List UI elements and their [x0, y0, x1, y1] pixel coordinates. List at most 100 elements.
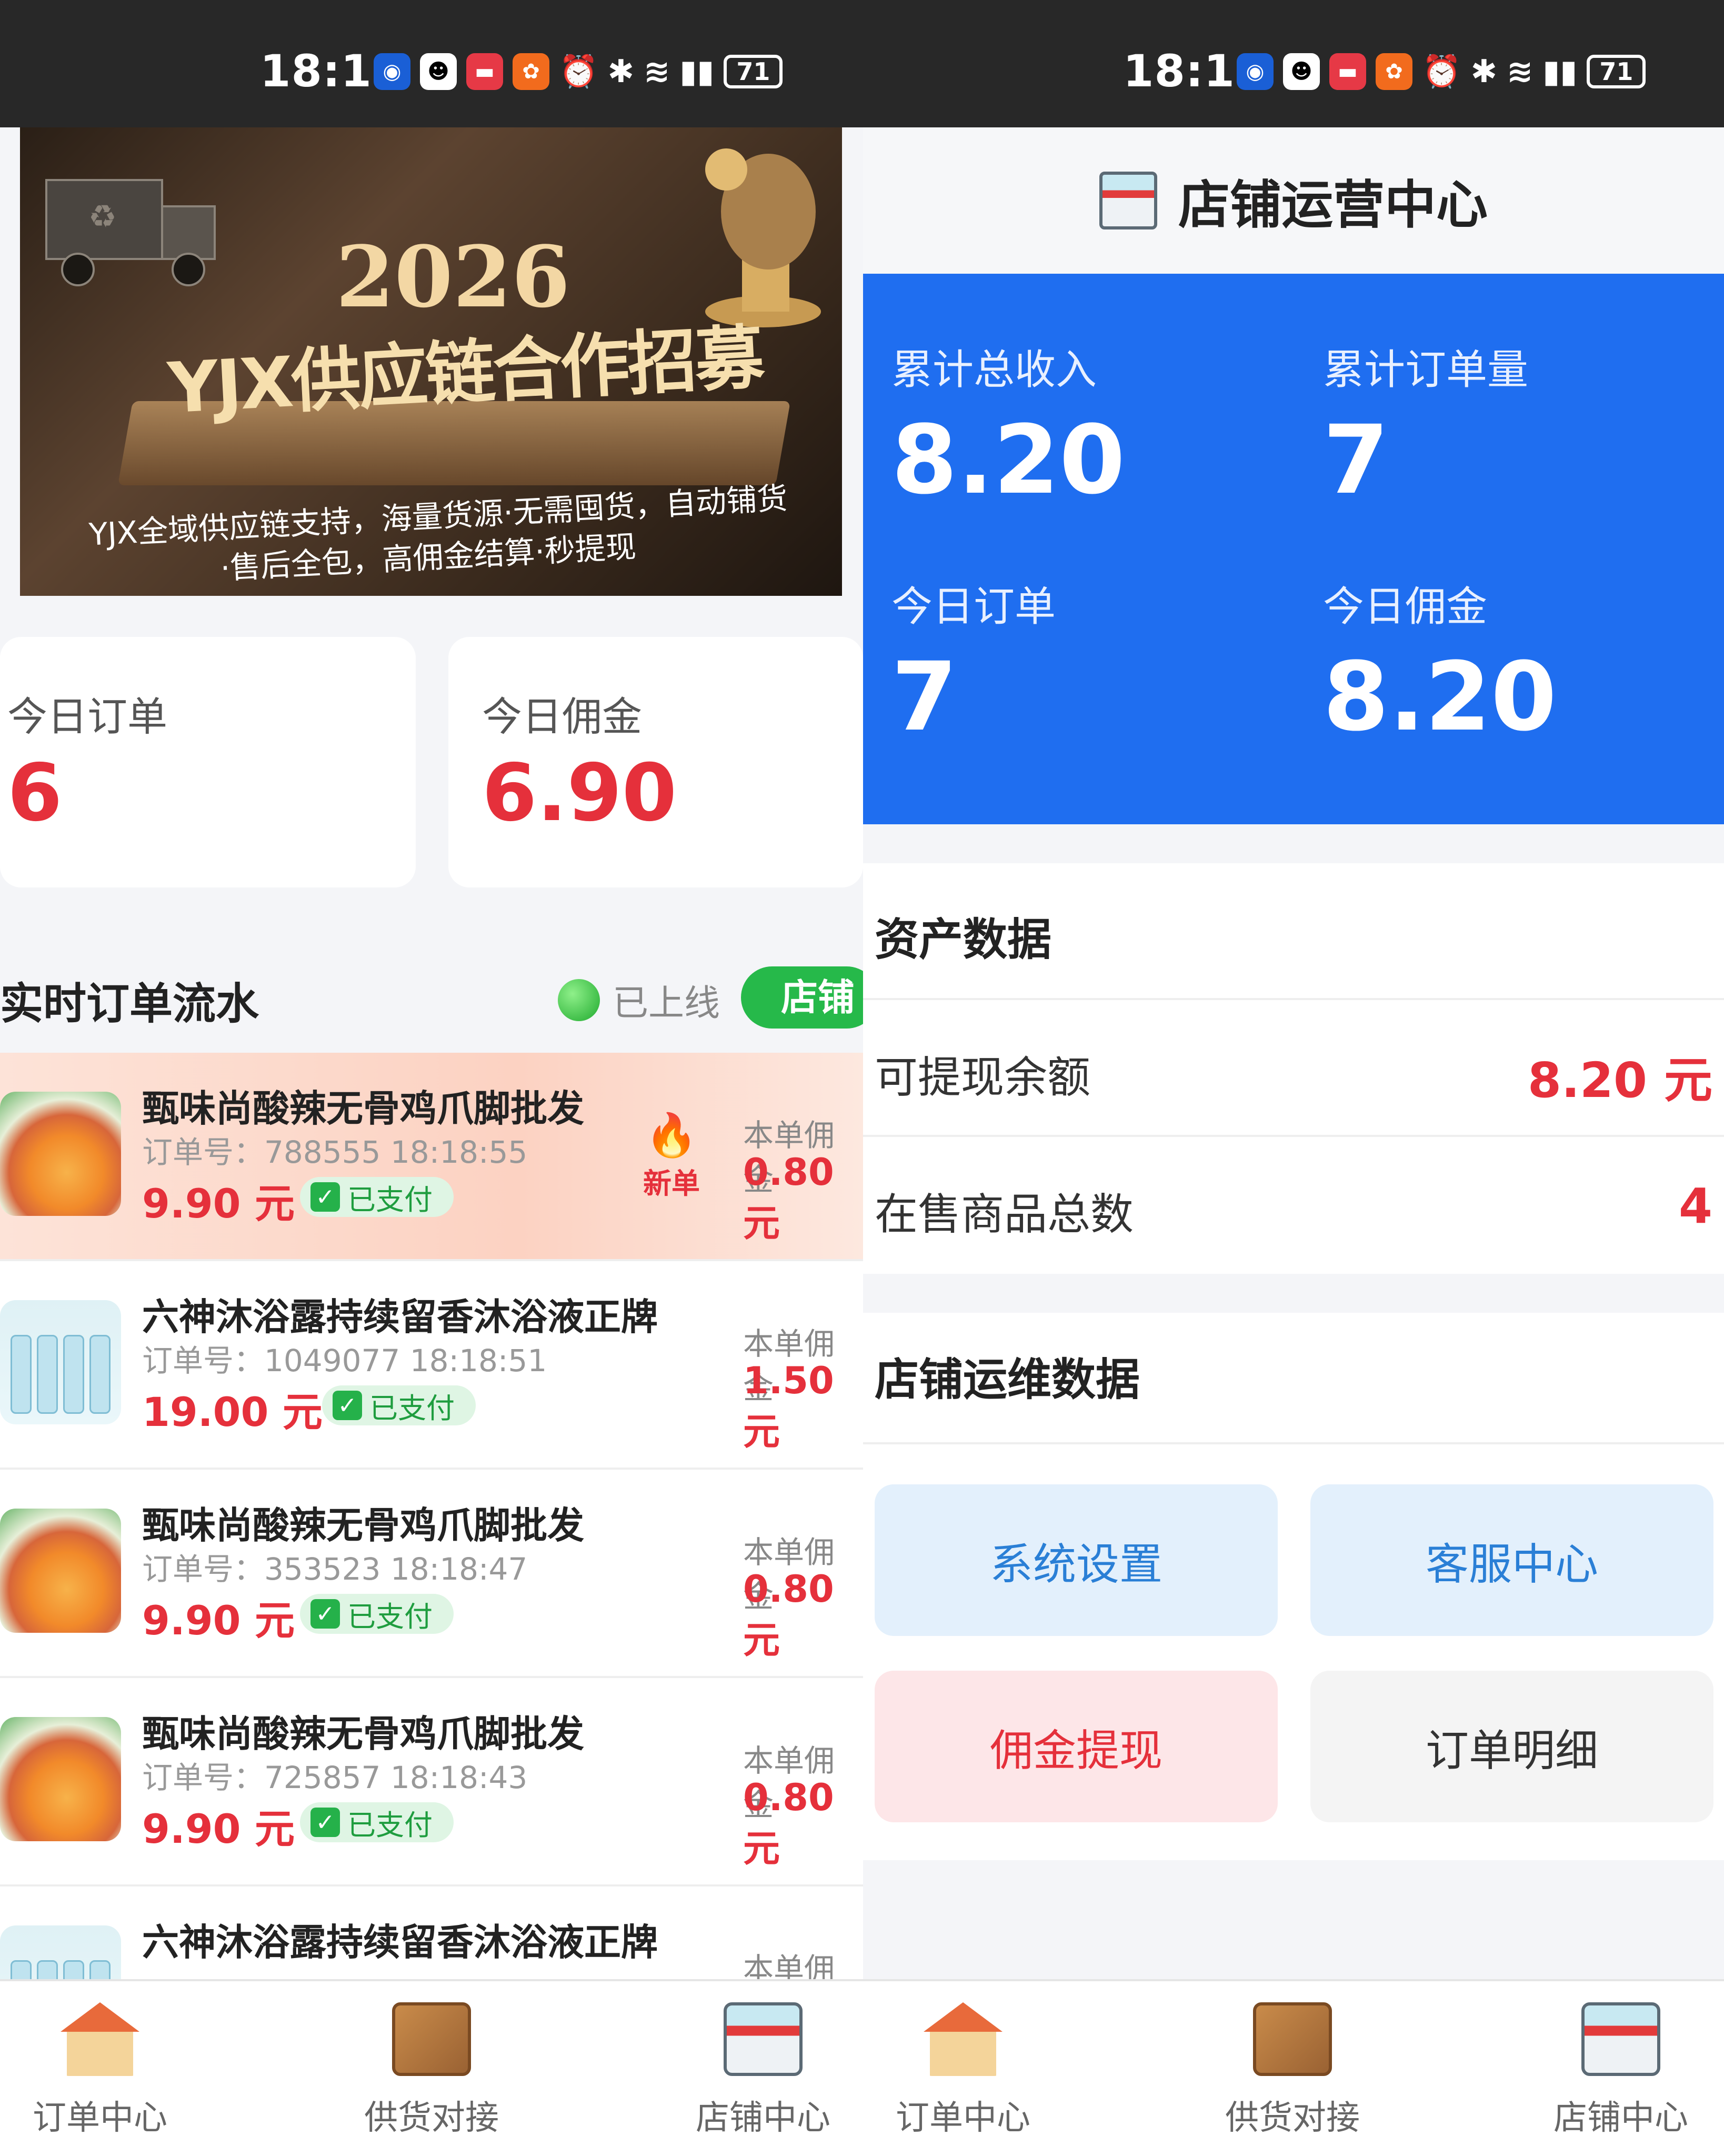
order-number: 订单号：788555 18:18:55: [142, 1134, 528, 1170]
new-order-tag: 🔥 新单: [643, 1111, 700, 1202]
online-status: 已上线: [558, 974, 720, 1026]
battery-icon: 71: [1587, 54, 1646, 88]
promo-banner[interactable]: ♻ 2026 YJX供应链合作招募 YJX全域供应链支持，海量货源·无需囤货，自…: [20, 127, 842, 596]
product-name: 六神沐浴露持续留香沐浴液正牌: [142, 1921, 658, 1964]
system-settings-button[interactable]: 系统设置: [875, 1484, 1278, 1636]
stat-label: 今日佣金: [482, 693, 642, 740]
today-commission-card: 今日佣金 6.90: [448, 637, 863, 887]
svg-text:♻: ♻: [88, 198, 117, 235]
tab-supply[interactable]: 供货对接: [1214, 2002, 1371, 2139]
paid-badge: ✓ 已支付: [300, 1802, 454, 1842]
qq-icon: ☻: [1283, 53, 1320, 90]
total-income-label: 累计总收入: [891, 346, 1097, 394]
tab-label: 订单中心: [33, 2099, 167, 2138]
product-thumbnail: [0, 1092, 121, 1216]
tab-shop-center[interactable]: 店铺中心: [684, 2002, 842, 2139]
house-icon: [61, 2002, 139, 2076]
commission-value: 0.80 元: [743, 1568, 834, 1662]
left-screen: 18:18 ◉ ☻ ▬ ✿ ⏰ ✱ ≋ ▮▮ 71 ♻ 2026 YJX供应链合…: [0, 0, 863, 2156]
row-key: 在售商品总数: [875, 1190, 1134, 1240]
bottle-image: [89, 1335, 111, 1414]
tab-shop-center[interactable]: 店铺中心: [1542, 2002, 1700, 2139]
bottle-image: [11, 1335, 32, 1414]
withdrawable-row: 可提现余额 8.20 元: [863, 998, 1724, 1135]
stat-value: 6: [7, 747, 63, 839]
product-name: 甄味尚酸辣无骨鸡爪脚批发: [142, 1712, 584, 1755]
page-title: 店铺运营中心: [1178, 175, 1488, 235]
order-row[interactable]: 甄味尚酸辣无骨鸡爪脚批发订单号：788555 18:18:55 9.90 元 ✓ 已支…: [0, 1053, 863, 1261]
today-orders-label: 今日订单: [891, 583, 1056, 631]
paid-label: 已支付: [347, 1600, 433, 1633]
bottom-tab-bar: 订单中心 供货对接 店铺中心: [863, 1979, 1724, 2156]
huawei-store-icon: ▬: [466, 53, 503, 90]
paid-label: 已支付: [369, 1391, 455, 1425]
app-notification-icon: ◉: [1237, 53, 1274, 90]
stat-label: 今日订单: [7, 693, 167, 740]
ops-panel: 店铺运维数据 系统设置 客服中心 佣金提现 订单明细: [863, 1313, 1724, 1860]
shop-button[interactable]: 店铺: [741, 966, 863, 1029]
tab-supply[interactable]: 供货对接: [353, 2002, 510, 2139]
tab-order-center[interactable]: 订单中心: [884, 2002, 1042, 2139]
order-price: 9.90 元: [142, 1597, 295, 1644]
check-icon: ✓: [310, 1808, 340, 1837]
house-icon: [924, 2002, 1003, 2076]
summary-card: 累计总收入 8.20 累计订单量 7 今日订单 7 今日佣金 8.20: [863, 274, 1724, 824]
total-orders-label: 累计订单量: [1323, 346, 1529, 394]
customer-service-button[interactable]: 客服中心: [1310, 1484, 1713, 1636]
tab-label: 供货对接: [364, 2099, 499, 2138]
ops-title: 店铺运维数据: [875, 1354, 1140, 1405]
check-icon: ✓: [333, 1391, 362, 1420]
order-row[interactable]: 六神沐浴露持续留香沐浴液正牌 订单号：1049077 18:18:51 19.00 …: [0, 1261, 863, 1470]
commission-value: 0.80 元: [743, 1776, 834, 1870]
today-orders-value: 7: [891, 642, 958, 752]
bottle-image: [63, 1335, 84, 1414]
product-thumbnail: [0, 1717, 121, 1841]
store-icon: [724, 2002, 803, 2076]
paid-label: 已支付: [347, 1183, 433, 1216]
today-orders-card: 今日订单 6: [0, 637, 416, 887]
battery-icon: 71: [724, 54, 783, 88]
paid-label: 已支付: [347, 1808, 433, 1842]
store-icon: [1099, 172, 1157, 229]
alarm-icon: ⏰: [1422, 53, 1461, 90]
commission-value: 0.80 元: [743, 1151, 834, 1245]
tab-label: 订单中心: [896, 2099, 1030, 2138]
bottle-image: [37, 1335, 58, 1414]
row-value: 8.20 元: [1527, 1052, 1712, 1109]
order-number: 订单号：725857 18:18:43: [142, 1760, 528, 1795]
banner-year: 2026: [336, 227, 570, 326]
paid-badge: ✓ 已支付: [300, 1177, 454, 1217]
commission-value: 1.50 元: [743, 1359, 834, 1453]
assets-panel: 资产数据 可提现余额 8.20 元 在售商品总数 4: [863, 863, 1724, 1274]
bluetooth-icon: ✱: [1470, 53, 1497, 90]
signal-icon: ▮▮: [679, 53, 715, 90]
orders-section-title: 实时订单流水: [0, 979, 259, 1029]
box-icon: [1253, 2002, 1332, 2076]
products-count-row: 在售商品总数 4: [863, 1135, 1724, 1272]
order-row[interactable]: 甄味尚酸辣无骨鸡爪脚批发 订单号：725857 18:18:43 9.90 元 ✓ 已支…: [0, 1678, 863, 1886]
today-commission-value: 8.20: [1323, 642, 1557, 752]
right-screen: 18:19 ◉ ☻ ▬ ✿ ⏰ ✱ ≋ ▮▮ 71 店铺运营中心 累计总收入 8…: [863, 0, 1724, 2156]
tab-order-center[interactable]: 订单中心: [21, 2002, 179, 2139]
stat-value: 6.90: [482, 747, 677, 839]
total-orders-value: 7: [1323, 405, 1389, 515]
taobao-icon: ✿: [513, 53, 549, 90]
check-icon: ✓: [310, 1599, 340, 1629]
product-thumbnail: [0, 1509, 121, 1633]
order-number: 订单号：353523 18:18:47: [142, 1551, 528, 1587]
online-dot-icon: [558, 979, 600, 1021]
tab-label: 供货对接: [1225, 2099, 1360, 2138]
app-notification-icon: ◉: [374, 53, 410, 90]
status-bar: 18:18 ◉ ☻ ▬ ✿ ⏰ ✱ ≋ ▮▮ 71: [0, 0, 863, 127]
order-details-button[interactable]: 订单明细: [1310, 1671, 1713, 1822]
alarm-icon: ⏰: [559, 53, 598, 90]
order-row[interactable]: 甄味尚酸辣无骨鸡爪脚批发 订单号：353523 18:18:47 9.90 元 ✓ 已支…: [0, 1470, 863, 1678]
product-name: 甄味尚酸辣无骨鸡爪脚批发: [142, 1087, 584, 1130]
new-label: 新单: [643, 1167, 700, 1200]
order-price: 19.00 元: [142, 1389, 323, 1435]
order-price: 9.90 元: [142, 1180, 295, 1227]
product-name: 六神沐浴露持续留香沐浴液正牌: [142, 1295, 658, 1339]
total-income-value: 8.20: [891, 405, 1126, 515]
row-value: 4: [1678, 1178, 1712, 1234]
commission-withdraw-button[interactable]: 佣金提现: [875, 1671, 1278, 1822]
